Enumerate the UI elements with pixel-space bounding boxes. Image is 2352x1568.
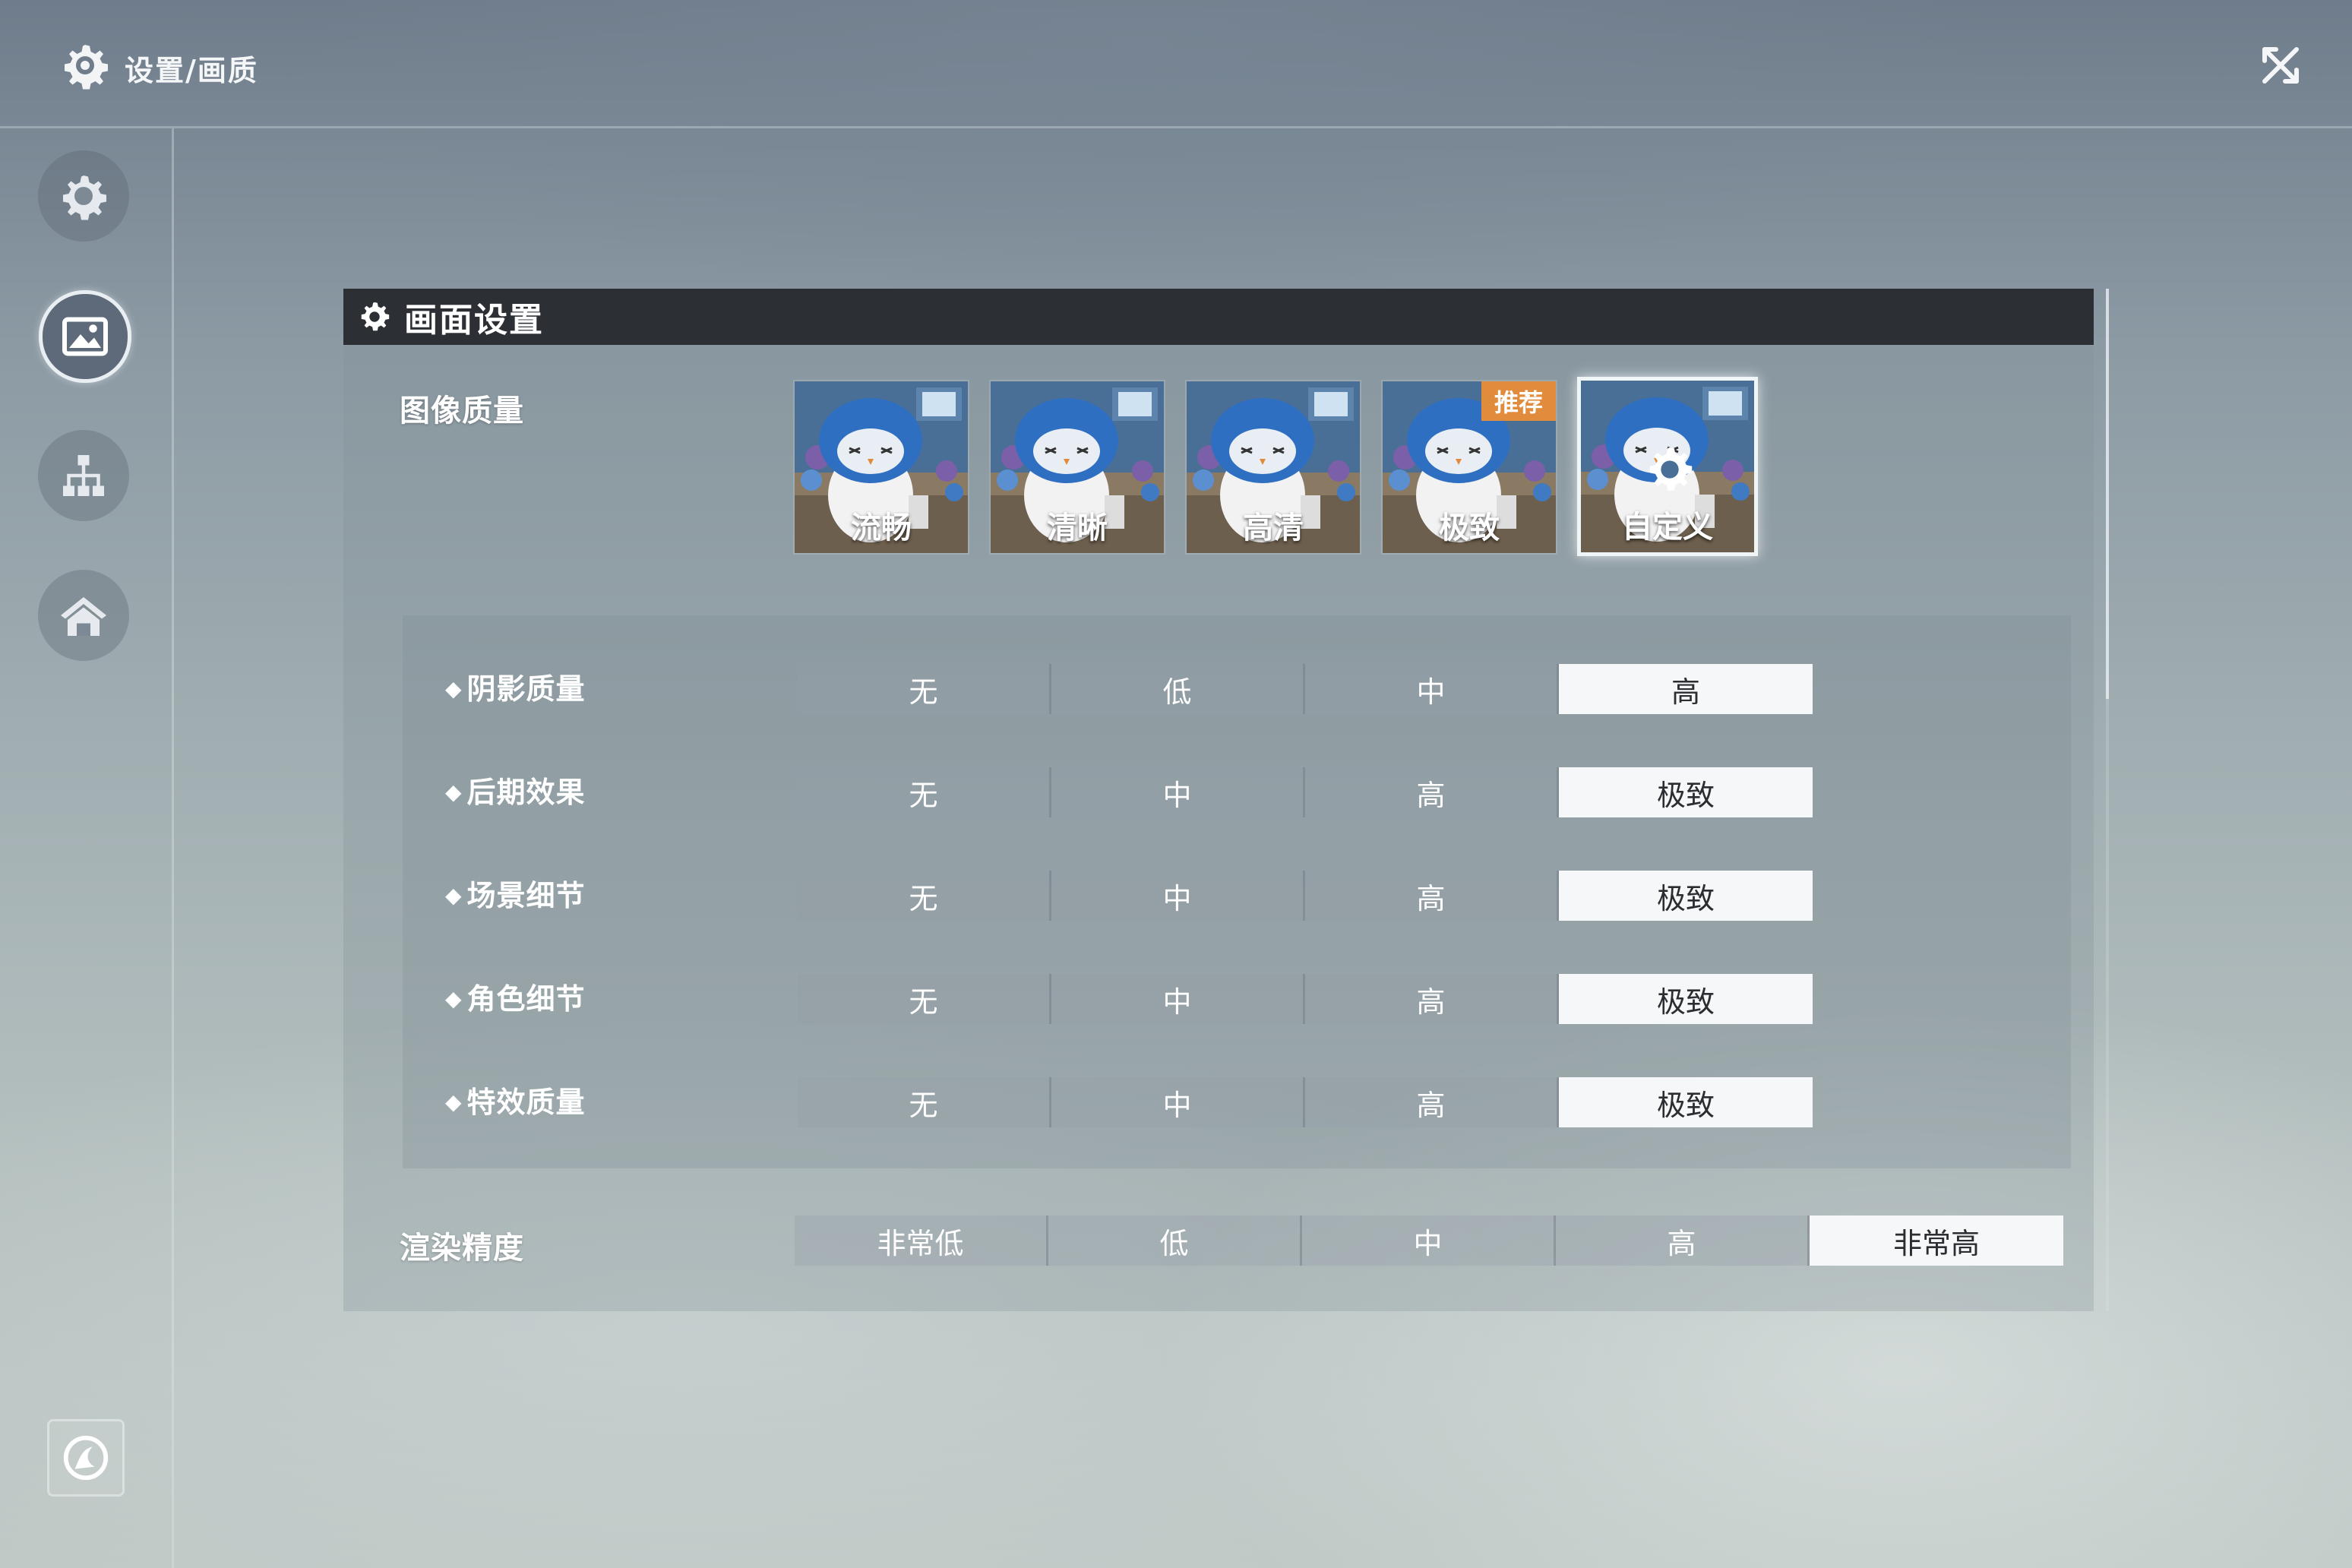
post-effects-option-2[interactable]: 中 [1051, 767, 1305, 817]
header-divider [0, 126, 2352, 128]
feedback-button[interactable] [47, 1419, 125, 1497]
nav-item-graphics[interactable] [39, 290, 131, 383]
preset-label: 高清 [1243, 511, 1304, 545]
diamond-bullet-icon: ◆ [445, 676, 463, 701]
render-precision-selector: 非常低低中高非常高 [795, 1216, 2063, 1266]
setting-label-text: 阴影质量 [466, 672, 586, 706]
preset-4[interactable]: 推荐极致 [1381, 380, 1557, 555]
preset-2[interactable]: 清晰 [989, 380, 1165, 555]
preset-label: 自定义 [1622, 510, 1713, 545]
settings-gear-icon [65, 45, 108, 90]
effects-quality-label: ◆ 特效质量 [445, 1079, 586, 1121]
scene-detail-selector: 无中高极致 [798, 871, 1813, 921]
post-effects-option-3[interactable]: 高 [1305, 767, 1559, 817]
network-hierarchy-icon [63, 455, 104, 496]
effects-quality-option-3[interactable]: 高 [1305, 1077, 1559, 1127]
image-quality-label: 图像质量 [400, 394, 524, 428]
settings-gear-icon [361, 302, 390, 331]
nav-item-home[interactable] [38, 570, 129, 661]
character-detail-selector: 无中高极致 [798, 974, 1813, 1024]
scene-detail-option-4[interactable]: 极致 [1559, 871, 1813, 921]
character-detail-option-1[interactable]: 无 [798, 974, 1051, 1024]
preset-label: 清晰 [1047, 511, 1108, 545]
shadow-quality-option-2[interactable]: 低 [1051, 664, 1305, 714]
render-precision-option-5[interactable]: 非常高 [1810, 1216, 2063, 1266]
preset-5[interactable]: 自定义 [1577, 377, 1758, 556]
effects-quality-selector: 无中高极致 [798, 1077, 1813, 1127]
chat-bubble-icon [63, 1435, 109, 1481]
setting-label-text: 特效质量 [466, 1086, 586, 1119]
panel-header: 画面设置 [343, 289, 2094, 345]
custom-gear-icon [1649, 447, 1693, 491]
image-icon [62, 317, 108, 356]
home-icon [61, 597, 106, 636]
setting-label-text: 后期效果 [466, 776, 586, 809]
render-precision-option-4[interactable]: 高 [1556, 1216, 1810, 1266]
render-precision-option-1[interactable]: 非常低 [795, 1216, 1048, 1266]
render-precision-label: 渲染精度 [400, 1231, 524, 1266]
sidebar-divider [172, 128, 174, 1568]
preset-3[interactable]: 高清 [1185, 380, 1361, 555]
shadow-quality-option-1[interactable]: 无 [798, 664, 1051, 714]
nav-item-network[interactable] [38, 430, 129, 521]
scene-detail-option-3[interactable]: 高 [1305, 871, 1559, 921]
setting-label-text: 场景细节 [466, 879, 586, 912]
post-effects-label: ◆ 后期效果 [445, 769, 586, 811]
effects-quality-option-1[interactable]: 无 [798, 1077, 1051, 1127]
post-effects-option-4[interactable]: 极致 [1559, 767, 1813, 817]
effects-quality-option-4[interactable]: 极致 [1559, 1077, 1813, 1127]
render-precision-option-3[interactable]: 中 [1302, 1216, 1556, 1266]
character-detail-option-3[interactable]: 高 [1305, 974, 1559, 1024]
scrollbar-thumb[interactable] [2106, 289, 2109, 699]
character-detail-option-4[interactable]: 极致 [1559, 974, 1813, 1024]
setting-label-text: 角色细节 [466, 982, 586, 1016]
shadow-quality-option-4[interactable]: 高 [1559, 664, 1813, 714]
render-precision-option-2[interactable]: 低 [1048, 1216, 1302, 1266]
diamond-bullet-icon: ◆ [445, 1089, 463, 1114]
diamond-bullet-icon: ◆ [445, 986, 463, 1011]
post-effects-option-1[interactable]: 无 [798, 767, 1051, 817]
settings-gear-icon [63, 175, 106, 220]
close-icon[interactable] [2253, 38, 2308, 93]
preset-label: 流畅 [851, 511, 912, 545]
diamond-bullet-icon: ◆ [445, 779, 463, 805]
post-effects-selector: 无中高极致 [798, 767, 1813, 817]
shadow-quality-option-3[interactable]: 中 [1305, 664, 1559, 714]
shadow-quality-label: ◆ 阴影质量 [445, 665, 586, 707]
scene-detail-option-2[interactable]: 中 [1051, 871, 1305, 921]
effects-quality-option-2[interactable]: 中 [1051, 1077, 1305, 1127]
character-detail-label: ◆ 角色细节 [445, 975, 586, 1017]
page-title: 设置/画质 [125, 54, 258, 87]
diamond-bullet-icon: ◆ [445, 883, 463, 908]
top-bar: 设置/画质 [0, 0, 2352, 128]
panel-title: 画面设置 [404, 301, 544, 340]
recommended-badge: 推荐 [1481, 381, 1556, 421]
character-detail-option-2[interactable]: 中 [1051, 974, 1305, 1024]
preset-1[interactable]: 流畅 [793, 380, 969, 555]
scene-detail-label: ◆ 场景细节 [445, 872, 586, 914]
scene-detail-option-1[interactable]: 无 [798, 871, 1051, 921]
preset-label: 极致 [1439, 511, 1500, 545]
shadow-quality-selector: 无低中高 [798, 664, 1813, 714]
nav-item-general-settings[interactable] [38, 150, 129, 242]
